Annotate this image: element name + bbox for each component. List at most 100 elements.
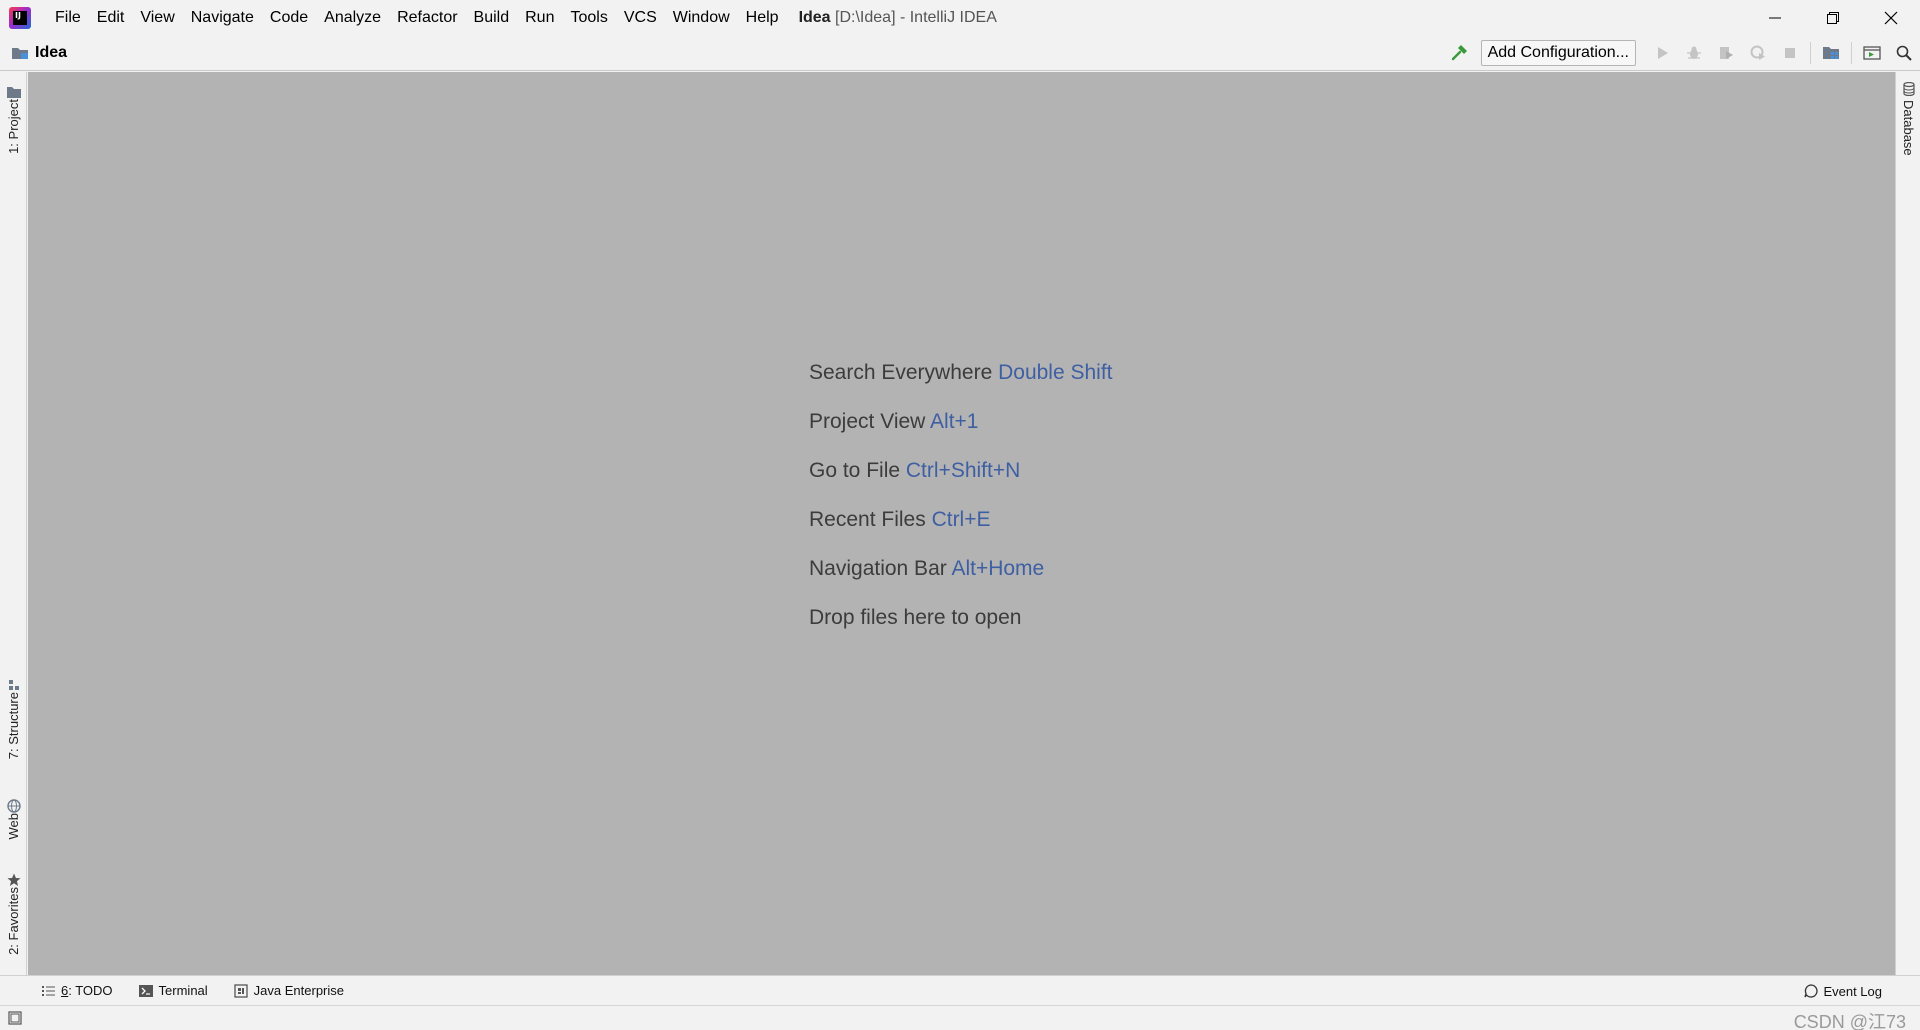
- tab-todo-mnemonic: 6: [61, 983, 69, 998]
- add-configuration-button[interactable]: Add Configuration...: [1480, 40, 1636, 66]
- menu-view[interactable]: View: [132, 0, 182, 35]
- menu-file[interactable]: File: [47, 0, 89, 35]
- tab-java-enterprise[interactable]: Java Enterprise: [234, 983, 344, 998]
- restore-button[interactable]: [1804, 0, 1862, 35]
- event-log-button[interactable]: Event Log: [1804, 976, 1882, 1006]
- breadcrumb[interactable]: Idea: [11, 44, 67, 62]
- structure-icon: [7, 678, 21, 692]
- event-log-icon: [1804, 984, 1819, 998]
- hint-shortcut: Alt+1: [930, 410, 979, 433]
- menu-help[interactable]: Help: [738, 0, 787, 35]
- intellij-logo-icon[interactable]: IJ: [9, 6, 31, 29]
- close-icon: [1884, 11, 1898, 24]
- stop-icon: [1785, 48, 1795, 58]
- title-bar: IJ File Edit View Navigate Code Analyze …: [0, 0, 1920, 35]
- editor-empty-area[interactable]: Search Everywhere Double Shift Project V…: [28, 72, 1895, 975]
- restore-icon: [1827, 11, 1839, 24]
- toolbar-separator: [1810, 42, 1811, 64]
- tab-project[interactable]: 1: Project: [0, 80, 27, 154]
- profile-button[interactable]: [1742, 35, 1774, 71]
- hint-shortcut: Ctrl+Shift+N: [905, 459, 1021, 482]
- tab-terminal[interactable]: Terminal: [138, 983, 208, 998]
- minimize-button[interactable]: [1746, 0, 1804, 35]
- window-controls: [1746, 0, 1920, 35]
- toolbar-separator: [1851, 42, 1852, 64]
- java-enterprise-icon: [234, 983, 248, 998]
- left-tool-strip: 1: Project 7: Structure Web 2: Favorites: [0, 72, 27, 975]
- hint-drop-files: Drop files here to open: [809, 604, 1113, 653]
- breadcrumb-project: Idea: [35, 43, 68, 61]
- status-bar: CSDN @江73: [0, 1005, 1920, 1030]
- menu-run[interactable]: Run: [517, 0, 562, 35]
- tab-web[interactable]: Web: [0, 794, 27, 840]
- empty-editor-hints: Search Everywhere Double Shift Project V…: [809, 359, 1113, 653]
- menu-build[interactable]: Build: [466, 0, 518, 35]
- hint-label: Go to File: [809, 459, 901, 482]
- search-icon: [1896, 45, 1912, 61]
- menu-vcs[interactable]: VCS: [616, 0, 665, 35]
- hint-label: Drop files here to open: [809, 606, 1022, 629]
- close-button[interactable]: [1862, 0, 1920, 35]
- run-icon: [1658, 47, 1668, 59]
- right-tool-strip: Database: [1895, 72, 1920, 975]
- folder-icon: [6, 85, 21, 99]
- menu-code[interactable]: Code: [262, 0, 316, 35]
- menu-navigate[interactable]: Navigate: [183, 0, 262, 35]
- todo-list-icon: [42, 985, 55, 997]
- navigation-bar: Idea Add Configuration...: [0, 35, 1920, 71]
- tab-todo-label: : TODO: [68, 983, 113, 998]
- project-folder-icon: [12, 47, 28, 59]
- coverage-icon: [1720, 47, 1733, 59]
- hint-shortcut: Ctrl+E: [931, 508, 991, 531]
- debug-button[interactable]: [1678, 35, 1710, 71]
- tab-java-enterprise-label: Java Enterprise: [253, 983, 344, 998]
- tab-structure[interactable]: 7: Structure: [0, 673, 27, 759]
- hint-go-to-file: Go to File Ctrl+Shift+N: [809, 457, 1113, 506]
- minimize-icon: [1769, 17, 1781, 18]
- toggle-tool-windows-button[interactable]: [8, 1011, 22, 1025]
- project-structure-button[interactable]: [1815, 35, 1847, 71]
- tab-favorites[interactable]: 2: Favorites: [0, 868, 27, 955]
- search-everywhere-button[interactable]: [1888, 35, 1920, 71]
- menu-refactor[interactable]: Refactor: [389, 0, 465, 35]
- hint-shortcut: Double Shift: [998, 361, 1113, 384]
- watermark-text: CSDN @江73: [1793, 1012, 1906, 1030]
- star-icon: [7, 873, 21, 887]
- menu-window[interactable]: Window: [665, 0, 738, 35]
- window-title: Idea [D:\Idea] - IntelliJ IDEA: [799, 9, 997, 27]
- tool-windows-icon: [8, 1011, 22, 1025]
- run-with-coverage-button[interactable]: [1710, 35, 1742, 71]
- hint-label: Project View: [809, 410, 926, 433]
- menu-analyze[interactable]: Analyze: [316, 0, 389, 35]
- hint-label: Search Everywhere: [809, 361, 993, 384]
- hammer-icon: [1451, 45, 1467, 61]
- hint-project-view: Project View Alt+1: [809, 408, 1113, 457]
- hint-label: Recent Files: [809, 508, 926, 531]
- menu-edit[interactable]: Edit: [89, 0, 133, 35]
- project-structure-icon: [1823, 47, 1839, 59]
- stop-button[interactable]: [1774, 35, 1806, 71]
- tab-structure-label: 7: Structure: [6, 692, 21, 760]
- hint-navigation-bar: Navigation Bar Alt+Home: [809, 555, 1113, 604]
- main-menu: File Edit View Navigate Code Analyze Ref…: [47, 0, 787, 35]
- tab-favorites-label: 2: Favorites: [6, 887, 21, 955]
- hint-recent-files: Recent Files Ctrl+E: [809, 506, 1113, 555]
- tab-project-label: 1: Project: [6, 99, 21, 154]
- tab-database[interactable]: Database: [1896, 82, 1920, 156]
- tab-database-label: Database: [1901, 100, 1916, 156]
- build-project-button[interactable]: [1443, 35, 1475, 71]
- bottom-tool-bar: 6: TODO Terminal Java Enterprise Event L…: [0, 975, 1920, 1005]
- tab-todo[interactable]: 6: TODO: [42, 983, 113, 998]
- run-anything-button[interactable]: [1856, 35, 1888, 71]
- window-title-suffix: [D:\Idea] - IntelliJ IDEA: [835, 8, 997, 26]
- tab-terminal-label: Terminal: [158, 983, 208, 998]
- run-button[interactable]: [1646, 35, 1678, 71]
- profiler-icon: [1750, 45, 1765, 60]
- debug-bug-icon: [1687, 46, 1701, 59]
- window-project-name: Idea: [798, 8, 831, 26]
- database-icon: [1902, 82, 1915, 96]
- menu-tools[interactable]: Tools: [562, 0, 615, 35]
- globe-icon: [6, 799, 21, 813]
- hint-shortcut: Alt+Home: [951, 557, 1045, 580]
- hint-label: Navigation Bar: [809, 557, 947, 580]
